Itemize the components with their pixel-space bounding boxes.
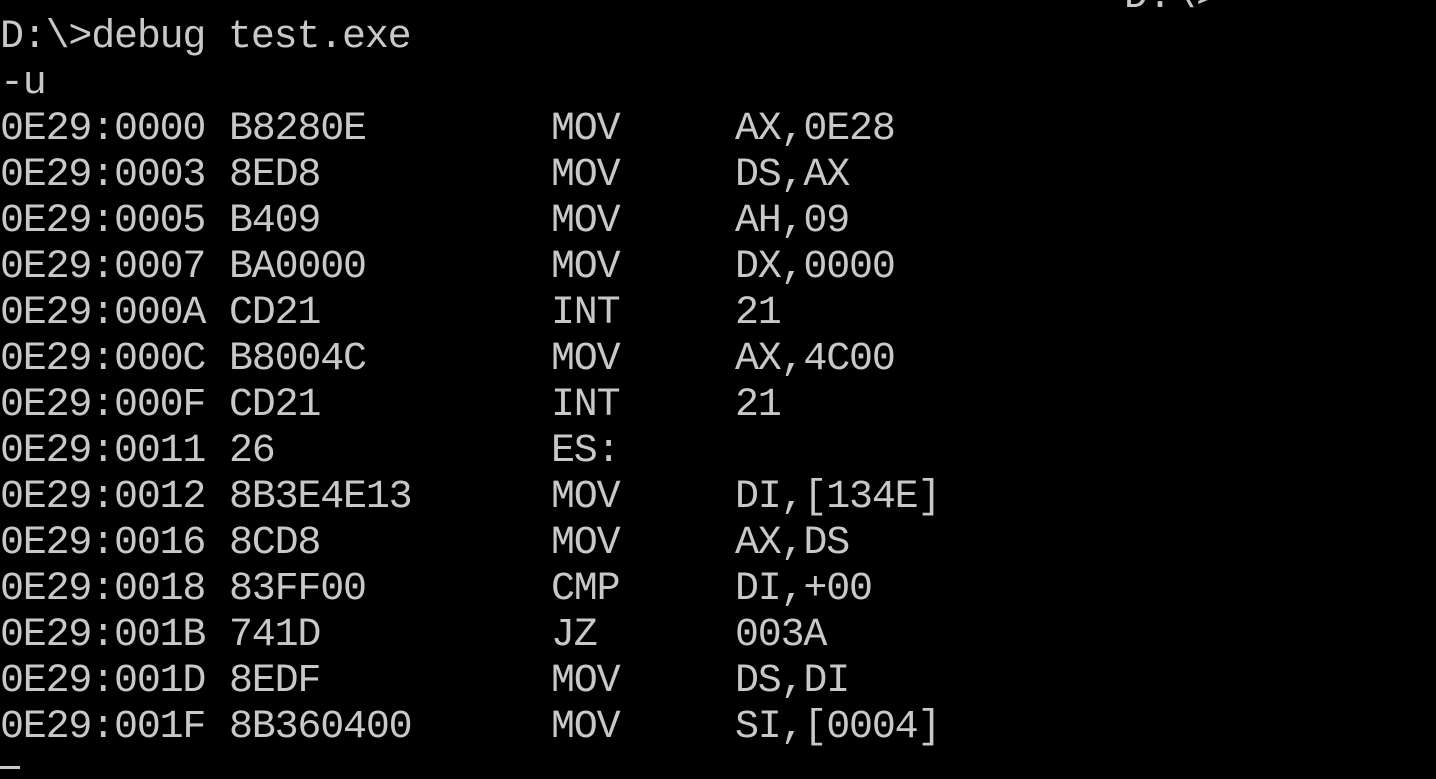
row-machine-code: 26 (229, 429, 276, 474)
row-mnemonic: MOV (551, 107, 621, 152)
row-mnemonic: INT (551, 291, 621, 336)
row-machine-code: 741D (229, 613, 321, 658)
row-mnemonic: CMP (551, 567, 621, 612)
console-window[interactable]: D:\> D:\>debug test.exe -u 0E29:0000 B828… (0, 0, 1436, 779)
row-address: 0E29:000A (0, 291, 206, 336)
row-machine-code: CD21 (229, 291, 321, 336)
row-address: 0E29:0018 (0, 567, 206, 612)
row-address: 0E29:0007 (0, 245, 206, 290)
row-machine-code: B8280E (229, 107, 367, 152)
row-operands: DS,AX (735, 153, 850, 198)
row-address: 0E29:0016 (0, 521, 206, 566)
row-machine-code: 8CD8 (229, 521, 321, 566)
row-mnemonic: MOV (551, 475, 621, 520)
row-operands: DS,DI (735, 659, 850, 704)
text-cursor[interactable] (0, 766, 20, 769)
row-address: 0E29:001B (0, 613, 206, 658)
row-address: 0E29:0005 (0, 199, 206, 244)
row-mnemonic: MOV (551, 199, 621, 244)
row-operands: DX,0000 (735, 245, 896, 290)
prompt-line: -u (0, 61, 47, 106)
row-address: 0E29:0000 (0, 107, 206, 152)
row-operands: DI,+00 (735, 567, 873, 612)
row-operands: AX,DS (735, 521, 850, 566)
row-operands: SI,[0004] (735, 705, 941, 750)
row-machine-code: B8004C (229, 337, 367, 382)
row-address: 0E29:001F (0, 705, 206, 750)
row-mnemonic: MOV (551, 521, 621, 566)
row-mnemonic: ES: (551, 429, 621, 474)
row-address: 0E29:001D (0, 659, 206, 704)
row-address: 0E29:000C (0, 337, 206, 382)
row-operands: AH,09 (735, 199, 850, 244)
row-operands: DI,[134E] (735, 475, 941, 520)
row-address: 0E29:0011 (0, 429, 206, 474)
row-machine-code: 8B360400 (229, 705, 413, 750)
command-line: D:\>debug test.exe (0, 15, 412, 60)
row-mnemonic: MOV (551, 245, 621, 290)
row-operands: 003A (735, 613, 827, 658)
row-mnemonic: MOV (551, 337, 621, 382)
row-operands: 21 (735, 291, 782, 336)
row-machine-code: B409 (229, 199, 321, 244)
row-machine-code: CD21 (229, 383, 321, 428)
row-machine-code: 8B3E4E13 (229, 475, 413, 520)
row-mnemonic: MOV (551, 705, 621, 750)
row-operands: AX,0E28 (735, 107, 896, 152)
row-address: 0E29:0012 (0, 475, 206, 520)
row-operands: 21 (735, 383, 782, 428)
row-address: 0E29:000F (0, 383, 206, 428)
row-machine-code: 8EDF (229, 659, 321, 704)
row-machine-code: 83FF00 (229, 567, 367, 612)
row-machine-code: 8ED8 (229, 153, 321, 198)
row-mnemonic: MOV (551, 153, 621, 198)
row-mnemonic: JZ (551, 613, 598, 658)
row-machine-code: BA0000 (229, 245, 367, 290)
row-address: 0E29:0003 (0, 153, 206, 198)
row-operands: AX,4C00 (735, 337, 896, 382)
row-mnemonic: INT (551, 383, 621, 428)
row-mnemonic: MOV (551, 659, 621, 704)
partial-prompt-line: D:\> (1124, 0, 1220, 21)
